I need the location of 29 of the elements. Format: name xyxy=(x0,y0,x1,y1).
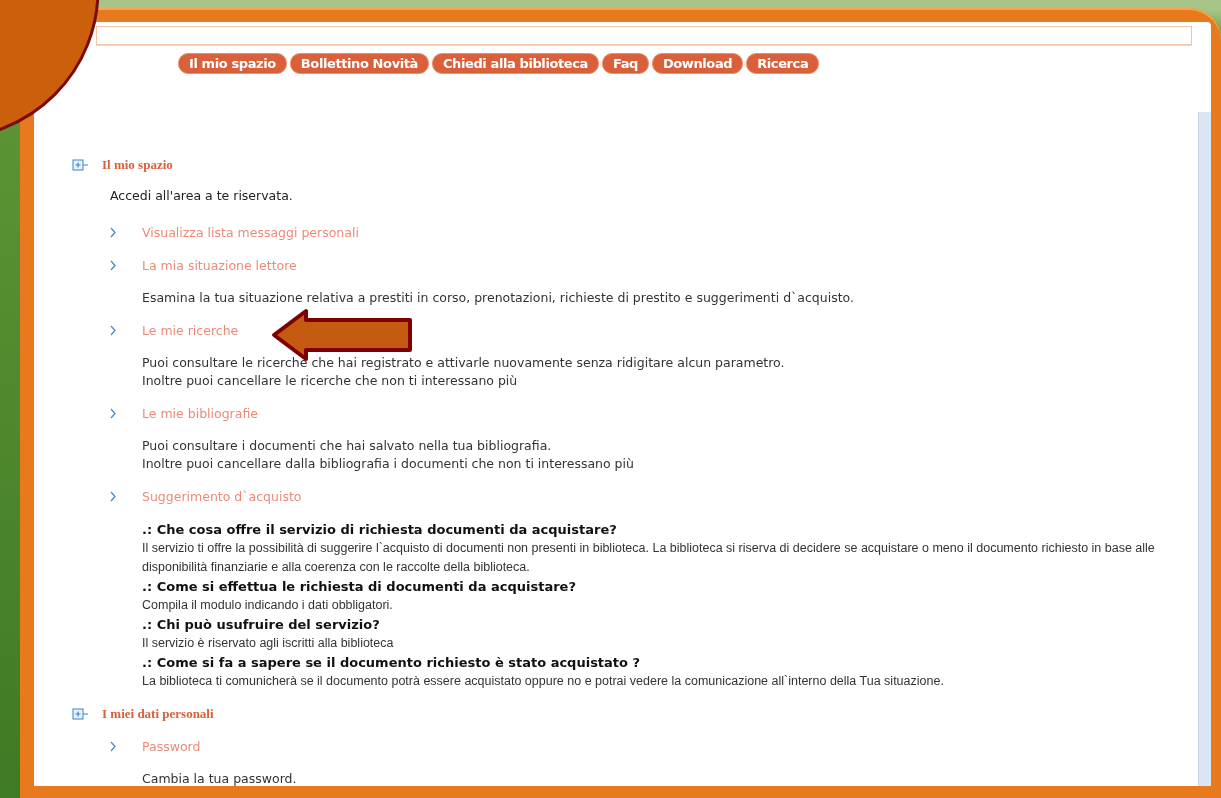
menu-link[interactable]: La mia situazione lettore xyxy=(142,257,297,273)
nav-tab[interactable]: Chiedi alla biblioteca xyxy=(431,53,599,74)
faq-answer: Il servizio ti offre la possibilità di suggerire l`acquisto di documenti non presenti in biblioteca. La biblioteca si riserva di decidere se acquistare o meno il documento richiesto in base alle disponibilità finanziarie e alla coerenza con le raccolte della biblioteca. xyxy=(142,540,1156,576)
menu-link[interactable]: Suggerimento d`acquisto xyxy=(142,488,302,504)
nav-tab[interactable]: Il mio spazio xyxy=(178,53,287,74)
nav-tab[interactable]: Ricerca xyxy=(746,53,820,74)
menu-link[interactable]: Visualizza lista messaggi personali xyxy=(142,224,359,240)
menu-link[interactable]: Le mie bibliografie xyxy=(142,405,258,421)
menu-link[interactable]: Le mie ricerche xyxy=(142,322,239,338)
faq-answer: Compila il modulo indicando i dati obbligatori. xyxy=(142,597,394,614)
section-title: Il mio spazio xyxy=(102,157,173,173)
item-description: Cambia la tua password. xyxy=(142,770,298,788)
section-description: Accedi all'area a te riservata. xyxy=(109,188,294,205)
section-title: I miei dati personali xyxy=(102,706,214,722)
faq-question: .: Che cosa offre il servizio di richiesta documenti da acquistare? xyxy=(142,521,618,539)
faq-answer: Il servizio è riservato agli iscritti alla biblioteca xyxy=(142,635,395,652)
nav-tab[interactable]: Download xyxy=(651,53,744,74)
nav-tab[interactable]: Bollettino Novità xyxy=(289,53,429,74)
item-description: Esamina la tua situazione relativa a prestiti in corso, prenotazioni, richieste di prestito e suggerimenti d`acquisto. xyxy=(142,289,855,307)
item-description: Puoi consultare le ricerche che hai registrato e attivarle nuovamente senza ridigitare alcun parametro. xyxy=(142,354,786,372)
item-description: Puoi consultare i documenti che hai salvato nella tua bibliografia. xyxy=(142,437,553,455)
faq-question: .: Come si effettua le richiesta di documenti da acquistare? xyxy=(142,578,577,596)
menu-link[interactable]: Password xyxy=(142,738,201,754)
nav-tab[interactable]: Faq xyxy=(601,53,649,74)
faq-answer: La biblioteca ti comunicherà se il documento potrà essere acquistato oppure no e potrai vedere la comunicazione all`interno della Tua situazione. xyxy=(142,673,945,690)
faq-question: .: Come si fa a sapere se il documento richiesto è stato acquistato ? xyxy=(142,654,642,672)
item-description: Inoltre puoi cancellare le ricerche che non ti interessano più xyxy=(142,372,519,390)
faq-question: .: Chi può usufruire del servizio? xyxy=(142,616,381,634)
item-description: Inoltre puoi cancellare dalla bibliografia i documenti che non ti interessano più xyxy=(142,455,635,473)
